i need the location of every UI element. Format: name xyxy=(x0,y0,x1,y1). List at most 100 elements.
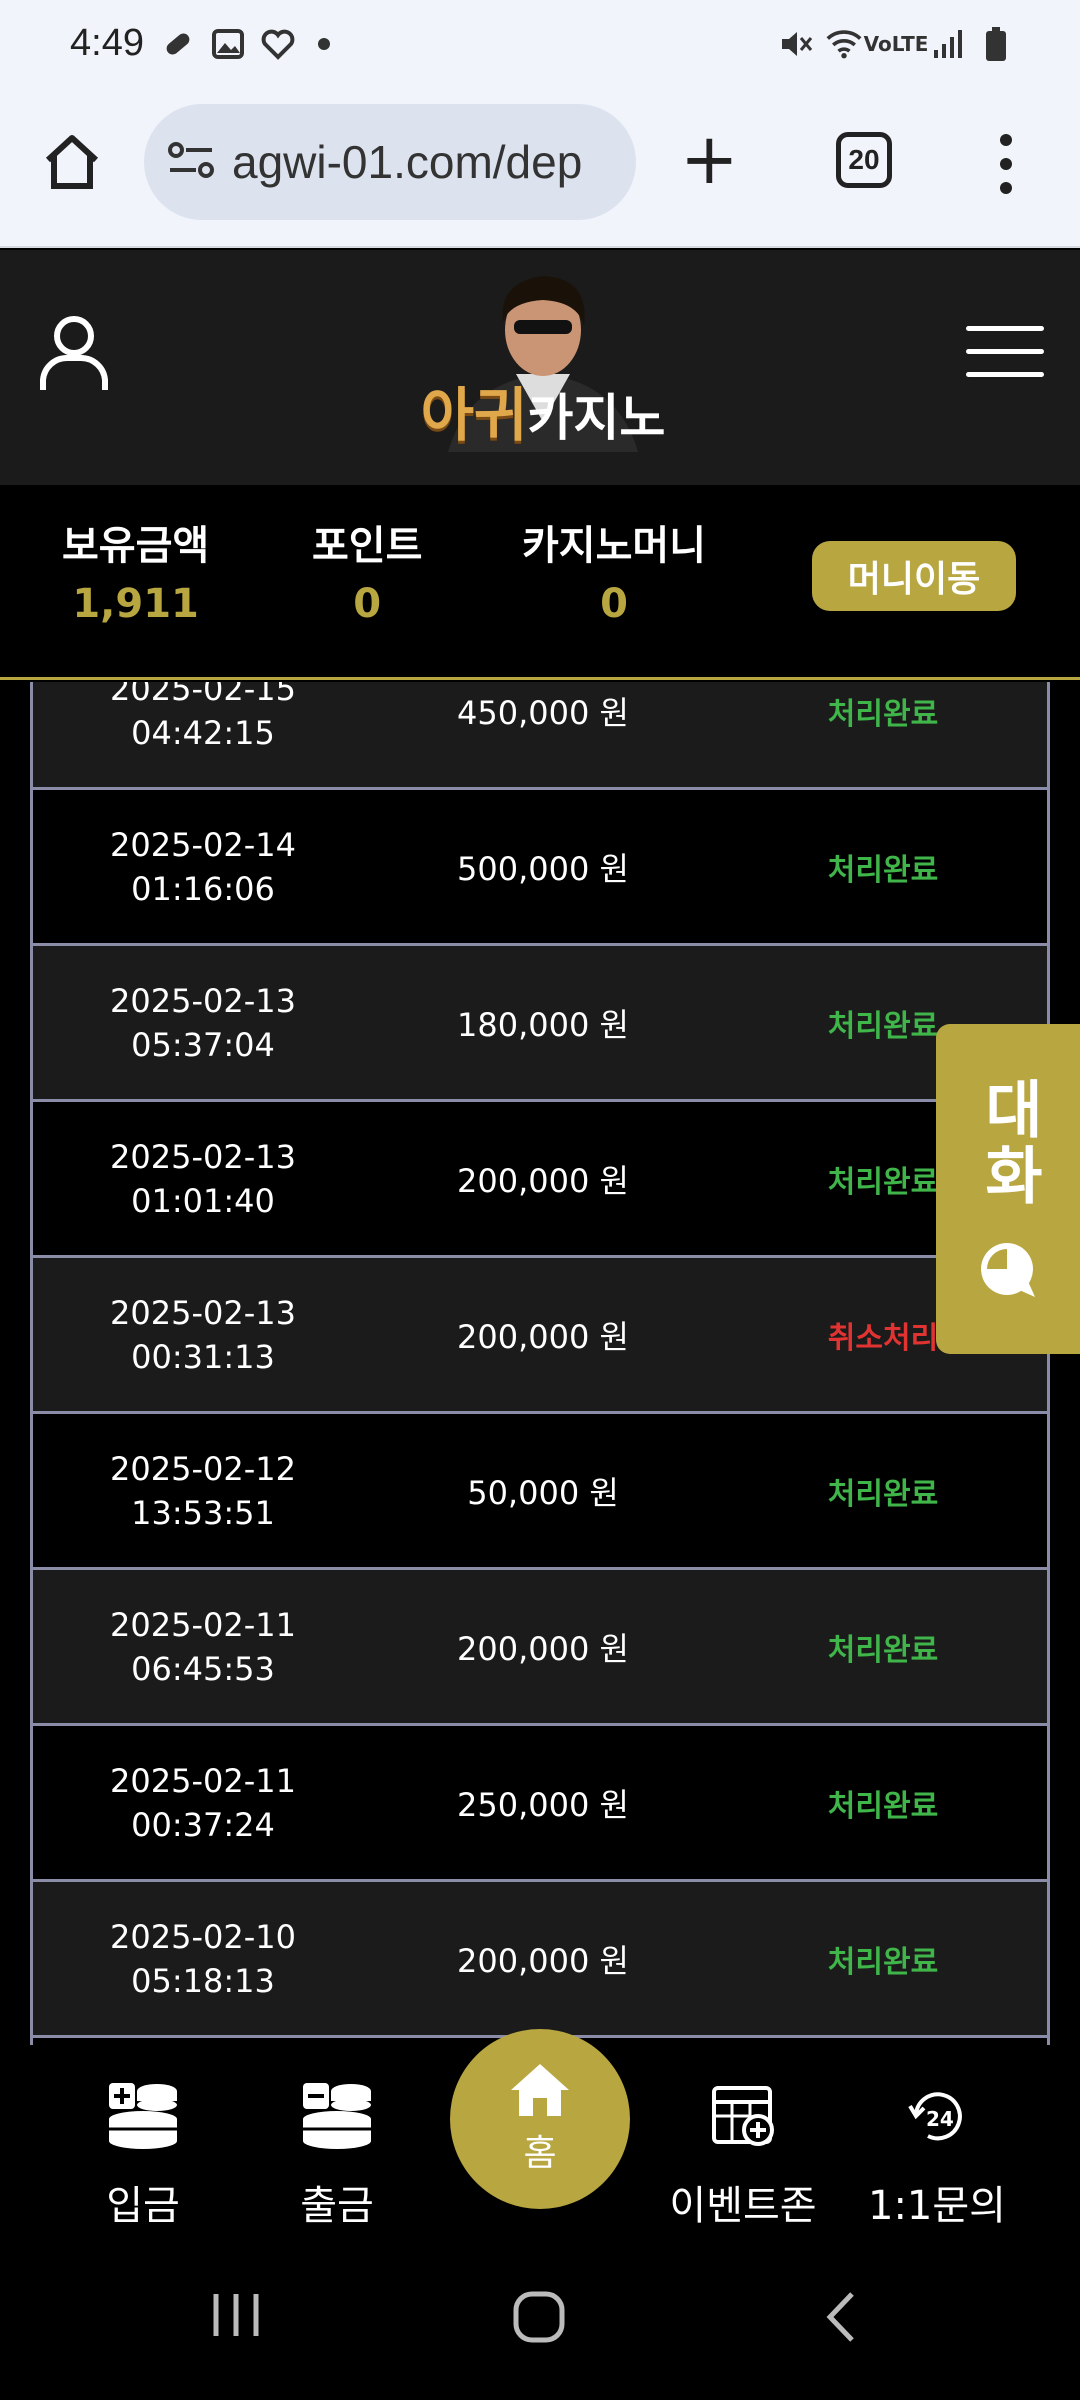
nav-withdraw-label: 출금 xyxy=(300,2183,374,2229)
row-date: 2025-02-10 xyxy=(110,1917,296,1956)
row-amount: 200,000 원 xyxy=(457,1629,629,1668)
casino-money-label: 카지노머니 xyxy=(522,523,706,569)
row-date: 2025-02-11 xyxy=(110,1605,296,1644)
status-time: 4:49 xyxy=(70,22,144,64)
pill-icon xyxy=(160,26,196,62)
row-status: 처리완료 xyxy=(827,1944,939,1980)
hamburger-menu-icon[interactable] xyxy=(966,326,1044,377)
row-amount: 180,000 원 xyxy=(457,1005,629,1044)
nav-event-zone[interactable]: 이벤트존 xyxy=(648,2075,838,2231)
nav-home[interactable]: 홈 xyxy=(450,2029,630,2209)
nav-home-label: 홈 xyxy=(523,2133,557,2174)
row-date: 2025-02-13 xyxy=(110,1137,296,1176)
row-datetime: 2025-02-13 01:01:40 xyxy=(33,1102,373,1255)
money-transfer-button[interactable]: 머니이동 xyxy=(812,541,1016,611)
row-status: 처리완료 xyxy=(827,1632,939,1668)
tab-switcher-button[interactable]: 20 xyxy=(836,132,892,188)
image-icon xyxy=(210,26,246,62)
row-datetime: 2025-02-12 13:53:51 xyxy=(33,1414,373,1567)
site-logo[interactable]: 아귀카지노 xyxy=(398,262,688,472)
points: 포인트 0 xyxy=(312,513,422,627)
logo-text: 아귀카지노 xyxy=(420,381,666,449)
row-time: 01:16:06 xyxy=(131,869,275,908)
row-status: 처리완료 xyxy=(827,1788,939,1824)
table-row: 2025-02-15 04:42:15 450,000 원 처리완료 xyxy=(33,682,1047,790)
row-time: 06:45:53 xyxy=(131,1649,275,1688)
browser-toolbar: agwi-01.com/dep + 20 xyxy=(0,96,1080,248)
row-amount: 250,000 원 xyxy=(457,1785,629,1824)
row-datetime: 2025-02-10 05:18:13 xyxy=(33,1882,373,2035)
calendar-plus-icon xyxy=(648,2075,838,2155)
battery-icon xyxy=(978,26,1014,62)
heart-icon xyxy=(260,26,296,62)
row-status: 처리완료 xyxy=(827,852,939,888)
new-tab-icon[interactable]: + xyxy=(680,124,739,194)
row-amount: 200,000 원 xyxy=(457,1161,629,1200)
row-time: 01:01:40 xyxy=(131,1181,275,1220)
nav-withdraw[interactable]: 출금 xyxy=(242,2075,432,2231)
svg-text:24: 24 xyxy=(926,2107,954,2131)
nav-event-zone-label: 이벤트존 xyxy=(669,2183,817,2229)
row-status: 처리완료 xyxy=(827,1476,939,1512)
row-datetime: 2025-02-11 06:45:53 xyxy=(33,1570,373,1723)
support-24-icon: 24 xyxy=(842,2075,1032,2155)
nav-inquiry-label: 1:1문의 xyxy=(868,2183,1006,2229)
balance-bar: 보유금액 1,911 포인트 0 카지노머니 0 머니이동 xyxy=(0,485,1080,680)
table-row: 2025-02-13 05:37:04 180,000 원 처리완료 xyxy=(33,946,1047,1102)
coin-stack-minus-icon xyxy=(242,2075,432,2155)
mute-icon xyxy=(778,26,814,62)
point-label: 포인트 xyxy=(312,523,423,569)
chat-label: 대화 xyxy=(972,1077,1045,1209)
holding-label: 보유금액 xyxy=(62,523,210,569)
row-time: 13:53:51 xyxy=(131,1493,275,1532)
nav-deposit-label: 입금 xyxy=(106,2183,180,2229)
row-datetime: 2025-02-13 05:37:04 xyxy=(33,946,373,1099)
row-amount: 500,000 원 xyxy=(457,849,629,888)
deposit-history-table[interactable]: 2025-02-15 04:42:15 450,000 원 처리완료 2025-02-1… xyxy=(30,682,1050,2045)
signal-icon xyxy=(930,26,966,62)
holding-amount: 보유금액 1,911 xyxy=(62,513,209,627)
chat-floating-button[interactable]: 대화 xyxy=(936,1024,1080,1354)
point-value: 0 xyxy=(353,581,382,627)
status-bar: 4:49 VoLTE xyxy=(0,0,1080,96)
site-settings-icon[interactable] xyxy=(168,140,214,184)
row-datetime: 2025-02-11 00:37:24 xyxy=(33,1726,373,1879)
browser-home-icon[interactable] xyxy=(40,130,104,194)
table-row: 2025-02-11 06:45:53 200,000 원 처리완료 xyxy=(33,1570,1047,1726)
row-date: 2025-02-12 xyxy=(110,1449,296,1488)
back-icon[interactable] xyxy=(822,2290,862,2348)
more-notifications-dot xyxy=(318,38,330,50)
row-time: 05:18:13 xyxy=(131,1961,275,2000)
row-datetime: 2025-02-15 04:42:15 xyxy=(33,682,373,787)
casino-money-value: 0 xyxy=(600,581,628,627)
row-status: 처리완료 xyxy=(827,696,939,732)
system-home-icon[interactable] xyxy=(512,2290,566,2348)
site-header: 아귀카지노 xyxy=(0,250,1080,485)
row-time: 04:42:15 xyxy=(131,713,275,752)
row-date: 2025-02-15 xyxy=(110,682,296,708)
nav-inquiry[interactable]: 24 1:1문의 xyxy=(842,2075,1032,2231)
bottom-navigation: 입금 출금 홈 이벤트존 24 1:1문의 xyxy=(0,2029,1080,2240)
system-icons: VoLTE xyxy=(778,26,1014,62)
table-row: 2025-02-11 00:37:24 250,000 원 처리완료 xyxy=(33,1726,1047,1882)
address-bar[interactable]: agwi-01.com/dep xyxy=(144,104,636,220)
nav-deposit[interactable]: 입금 xyxy=(48,2075,238,2231)
row-time: 00:31:13 xyxy=(131,1337,275,1376)
chat-bubble-icon xyxy=(981,1243,1035,1297)
row-amount: 450,000 원 xyxy=(457,693,629,732)
user-icon[interactable] xyxy=(38,314,110,392)
row-date: 2025-02-13 xyxy=(110,1293,296,1332)
table-row: 2025-02-14 01:16:06 500,000 원 처리완료 xyxy=(33,790,1047,946)
row-datetime: 2025-02-14 01:16:06 xyxy=(33,790,373,943)
row-date: 2025-02-13 xyxy=(110,981,296,1020)
browser-menu-icon[interactable] xyxy=(1000,134,1016,194)
coin-stack-plus-icon xyxy=(48,2075,238,2155)
table-row: 2025-02-12 13:53:51 50,000 원 처리완료 xyxy=(33,1414,1047,1570)
url-text: agwi-01.com/dep xyxy=(232,136,583,188)
recent-apps-icon[interactable] xyxy=(208,2290,264,2344)
volte-icon: VoLTE xyxy=(863,32,929,56)
row-datetime: 2025-02-13 00:31:13 xyxy=(33,1258,373,1411)
system-navigation-bar xyxy=(0,2240,1080,2400)
row-time: 00:37:24 xyxy=(131,1805,275,1844)
table-row: 2025-02-10 05:18:13 200,000 원 처리완료 xyxy=(33,1882,1047,2038)
